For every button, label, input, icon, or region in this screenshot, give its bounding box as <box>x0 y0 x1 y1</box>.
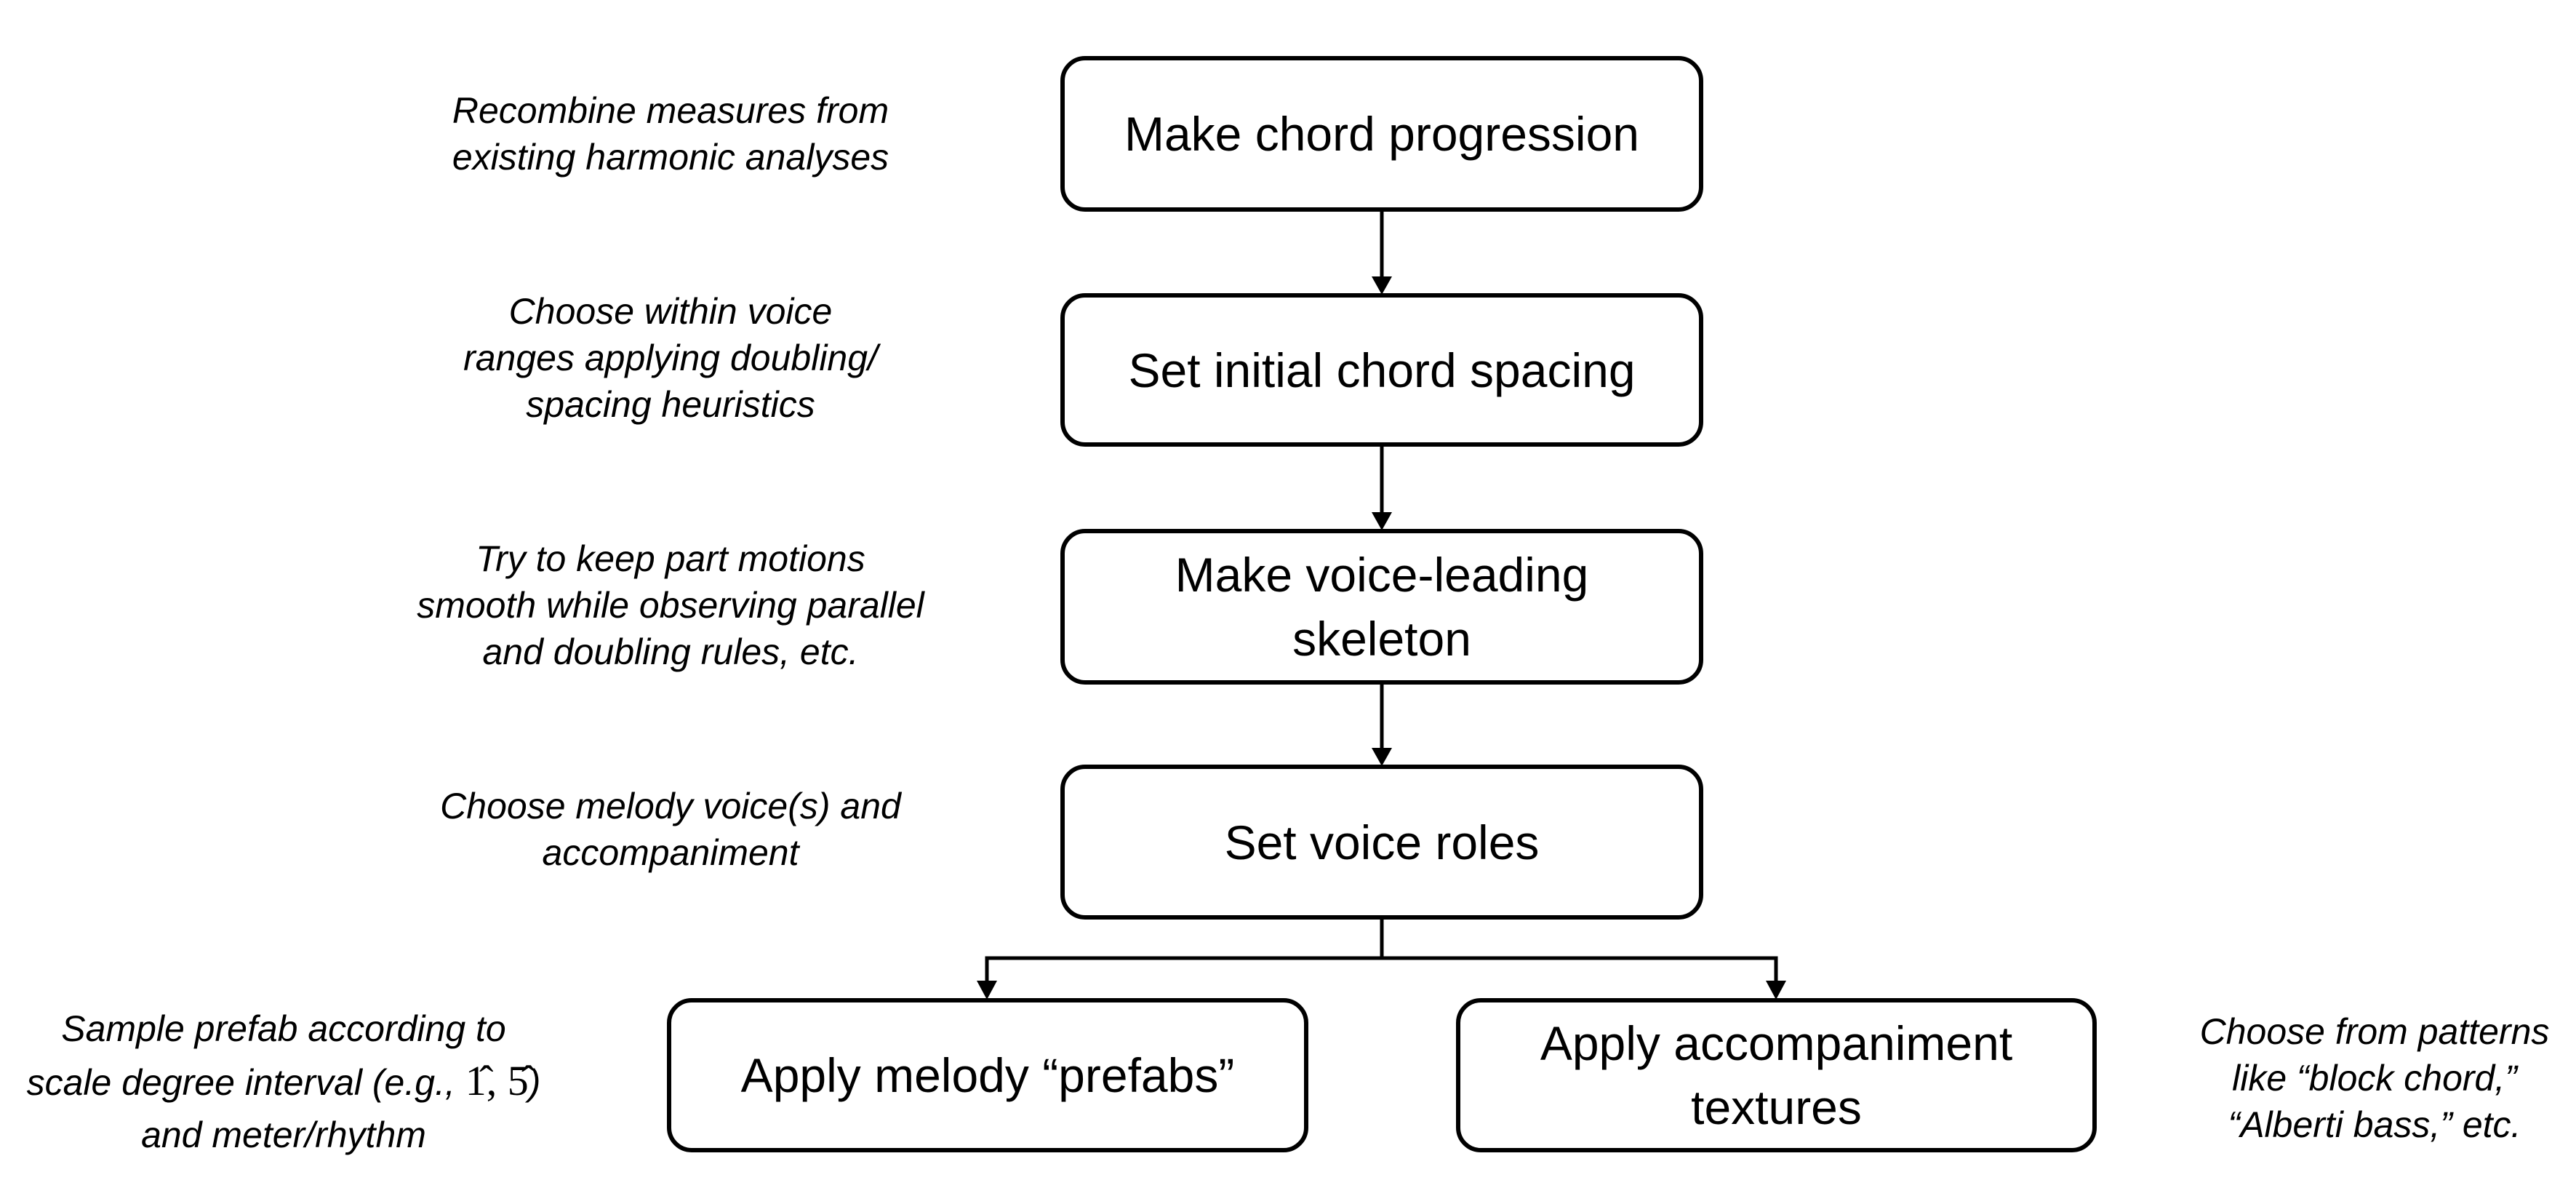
annotation-line: Recombine measures from <box>452 90 889 131</box>
annotation-line: Choose melody voice(s) and <box>440 786 901 826</box>
annotation-line: ranges applying doubling/ <box>463 338 878 378</box>
step-label-line: Apply melody “prefabs” <box>740 1048 1235 1102</box>
annotation-line: like “block chord,” <box>2232 1058 2517 1099</box>
step-label-line: Apply accompaniment <box>1540 1016 2013 1070</box>
step-label: Make chord progression <box>1124 102 1639 166</box>
edge-line-voice-roles-to-accompaniment-textures <box>1382 956 1778 982</box>
arrowhead-icon <box>1372 276 1392 295</box>
annotation-voice-roles: Choose melody voice(s) and accompaniment <box>440 783 901 876</box>
annotation-melody-prefabs: Sample prefab according to scale degree … <box>27 1002 541 1161</box>
step-label-line: Set voice roles <box>1224 815 1540 869</box>
step-label: Set voice roles <box>1225 810 1540 874</box>
annotation-line: Choose within voice <box>508 291 833 332</box>
step-set-initial-chord-spacing: Set initial chord spacing <box>1060 293 1703 447</box>
annotation-chord-progression: Recombine measures from existing harmoni… <box>452 87 889 180</box>
arrowhead-icon <box>1766 981 1786 1000</box>
step-make-voice-leading-skeleton: Make voice-leading skeleton <box>1060 529 1703 685</box>
annotation-line: and meter/rhythm <box>141 1115 426 1155</box>
annotation-line: and doubling rules, etc. <box>482 631 859 672</box>
annotation-line: Try to keep part motions <box>476 538 865 579</box>
step-apply-accompaniment-textures: Apply accompaniment textures <box>1456 998 2097 1152</box>
annotation-accompaniment-textures: Choose from patterns like “block chord,”… <box>2200 1008 2550 1148</box>
annotation-chord-spacing: Choose within voice ranges applying doub… <box>463 288 878 428</box>
step-label: Apply accompaniment textures <box>1540 1011 2012 1139</box>
annotation-line: accompaniment <box>542 832 799 873</box>
step-label-line: Make chord progression <box>1124 107 1640 161</box>
step-label-line: textures <box>1691 1080 1862 1134</box>
flowchart-canvas: Make chord progression Set initial chord… <box>0 0 2576 1196</box>
step-apply-melody-prefabs: Apply melody “prefabs” <box>667 998 1308 1152</box>
annotation-line: existing harmonic analyses <box>452 137 889 178</box>
annotation-voice-leading: Try to keep part motions smooth while ob… <box>417 535 924 675</box>
annotation-line: scale degree interval (e.g., 1̂, 5̂) <box>27 1055 541 1109</box>
step-label: Apply melody “prefabs” <box>741 1043 1235 1107</box>
annotation-line: smooth while observing parallel <box>417 585 924 626</box>
scale-degree-notation: 1̂, 5̂ <box>465 1057 529 1104</box>
step-make-chord-progression: Make chord progression <box>1060 56 1703 212</box>
step-label-line: Set initial chord spacing <box>1128 343 1636 397</box>
annotation-text: ) <box>528 1062 541 1103</box>
annotation-text: scale degree interval (e.g., <box>26 1062 465 1103</box>
edge-line-voice-roles-to-melody-prefabs <box>985 919 1384 982</box>
step-label-line: Make voice-leading <box>1175 548 1589 602</box>
step-set-voice-roles: Set voice roles <box>1060 765 1703 920</box>
annotation-line: Choose from patterns <box>2199 1011 2550 1052</box>
annotation-line: Sample prefab according to <box>61 1008 506 1049</box>
step-label: Set initial chord spacing <box>1128 338 1635 402</box>
annotation-line: spacing heuristics <box>526 384 815 425</box>
step-label-line: skeleton <box>1292 612 1471 666</box>
step-label: Make voice-leading skeleton <box>1175 543 1589 671</box>
annotation-line: “Alberti bass,” etc. <box>2228 1104 2521 1145</box>
arrowhead-icon <box>977 981 997 1000</box>
arrowhead-icon <box>1372 748 1392 766</box>
arrowhead-icon <box>1372 512 1392 530</box>
